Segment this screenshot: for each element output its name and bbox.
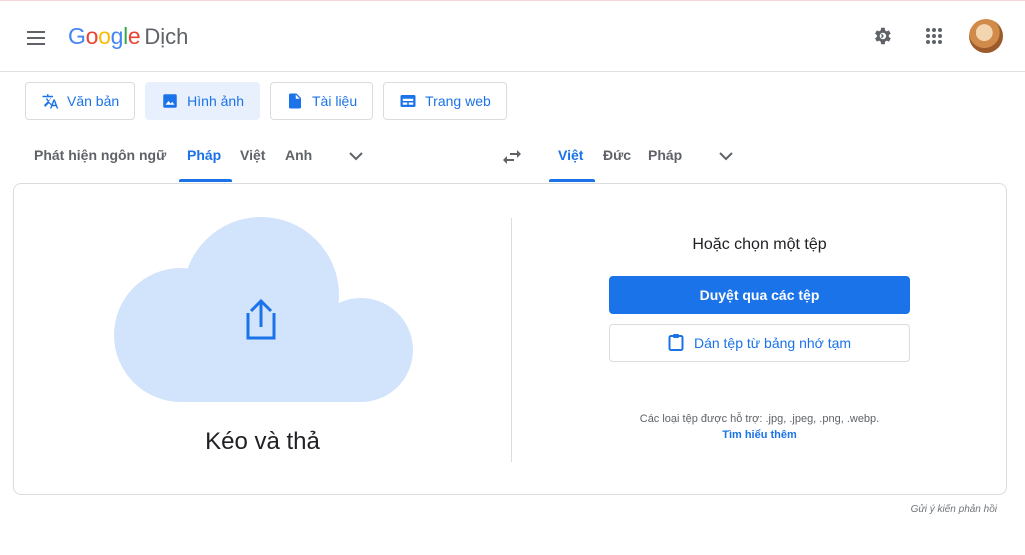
drag-drop-label: Kéo và thả bbox=[205, 428, 320, 455]
target-lang-french[interactable]: Pháp bbox=[648, 147, 682, 163]
source-lang-more-chevron-down-icon[interactable] bbox=[346, 146, 366, 166]
paste-from-clipboard-button[interactable]: Dán tệp từ bảng nhớ tạm bbox=[609, 324, 910, 362]
document-icon bbox=[286, 92, 304, 110]
browse-files-button[interactable]: Duyệt qua các tệp bbox=[609, 276, 910, 314]
clipboard-icon bbox=[668, 333, 684, 354]
supported-file-types: Các loại tệp được hỗ trợ: .jpg, .jpeg, .… bbox=[639, 413, 880, 425]
image-icon bbox=[161, 92, 179, 110]
drop-zone[interactable] bbox=[111, 217, 413, 402]
or-choose-file-label: Hoặc chọn một tệp bbox=[692, 236, 827, 253]
translate-icon bbox=[41, 92, 59, 110]
logo-letter: e bbox=[127, 23, 141, 49]
google-wordmark: Google bbox=[68, 23, 141, 50]
website-icon bbox=[399, 92, 417, 110]
logo-letter: o bbox=[85, 23, 99, 49]
target-lang-german[interactable]: Đức bbox=[603, 147, 631, 163]
logo-letter: G bbox=[68, 23, 86, 49]
language-bar: Phát hiện ngôn ngữ Pháp Việt Anh Việt Đứ… bbox=[0, 138, 1025, 182]
source-lang-vietnamese[interactable]: Việt bbox=[240, 147, 265, 163]
logo-letter: g bbox=[110, 23, 124, 49]
mode-document-label: Tài liệu bbox=[312, 93, 358, 109]
mode-text-label: Văn bản bbox=[67, 93, 120, 109]
mode-website-label: Trang web bbox=[425, 93, 491, 109]
top-right-actions bbox=[865, 19, 1003, 53]
menu-icon[interactable] bbox=[22, 23, 52, 53]
swap-languages-icon[interactable] bbox=[500, 145, 524, 169]
logo-letter: o bbox=[98, 23, 111, 49]
mode-text-button[interactable]: Văn bản bbox=[25, 82, 136, 120]
target-lang-vietnamese[interactable]: Việt bbox=[558, 147, 583, 163]
target-lang-active-indicator bbox=[549, 179, 595, 182]
send-feedback-link[interactable]: Gửi ý kiến phản hồi bbox=[911, 504, 997, 515]
google-translate-logo[interactable]: Google Dịch bbox=[68, 23, 188, 53]
image-upload-card: Kéo và thả Hoặc chọn một tệp Duyệt qua c… bbox=[13, 183, 1007, 495]
settings-icon[interactable] bbox=[865, 19, 899, 53]
mode-tabs: Văn bản Hình ảnh Tài liệu Trang web bbox=[25, 82, 507, 120]
vertical-divider bbox=[511, 218, 512, 462]
target-lang-more-chevron-down-icon[interactable] bbox=[716, 146, 736, 166]
account-avatar[interactable] bbox=[969, 19, 1003, 53]
product-name: Dịch bbox=[144, 24, 189, 49]
mode-image-button[interactable]: Hình ảnh bbox=[145, 82, 260, 120]
source-lang-french[interactable]: Pháp bbox=[187, 147, 221, 163]
source-lang-english[interactable]: Anh bbox=[285, 147, 312, 163]
source-lang-detect[interactable]: Phát hiện ngôn ngữ bbox=[34, 147, 166, 163]
apps-icon[interactable] bbox=[917, 19, 951, 53]
learn-more-link[interactable]: Tìm hiểu thêm bbox=[554, 429, 965, 441]
mode-image-label: Hình ảnh bbox=[187, 93, 244, 109]
cloud-upload-icon bbox=[114, 217, 413, 402]
source-lang-active-indicator bbox=[179, 179, 232, 182]
mode-website-button[interactable]: Trang web bbox=[383, 82, 507, 120]
top-app-bar: Google Dịch bbox=[0, 0, 1025, 72]
mode-document-button[interactable]: Tài liệu bbox=[270, 82, 374, 120]
paste-button-label: Dán tệp từ bảng nhớ tạm bbox=[693, 335, 852, 351]
